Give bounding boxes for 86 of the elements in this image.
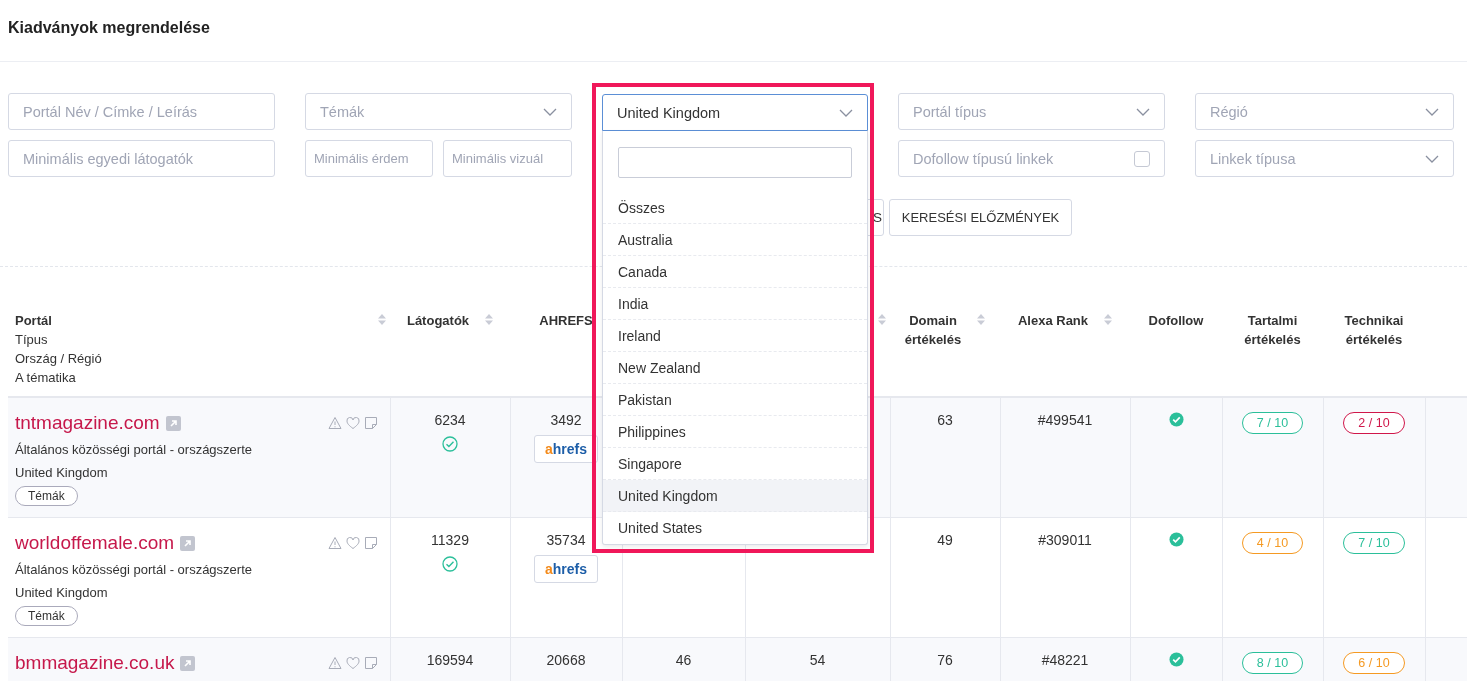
select-placeholder: Portál típus [913,103,987,120]
portal-country: United Kingdom [15,585,109,600]
dropdown-option[interactable]: India [603,288,867,320]
column-header: Dofollow [1148,312,1204,330]
technical-score: 6 / 10 [1343,652,1405,674]
dropdown-option[interactable]: Ireland [603,320,867,352]
dropdown-option[interactable]: Canada [603,256,867,288]
column-header: Típus [15,331,49,349]
technical-score: 7 / 10 [1343,532,1405,554]
portal-link[interactable]: worldoffemale.com [15,532,175,554]
column-header: Technikai [1344,312,1404,330]
dropdown-option[interactable]: Philippines [603,416,867,448]
table-cell: 46 [675,652,692,668]
chevron-down-icon [543,107,557,116]
heart-icon [345,416,360,430]
select-placeholder: Linkek típusa [1210,150,1296,167]
technical-score: 2 / 10 [1343,412,1405,434]
heart-icon [345,656,360,670]
page-title: Kiadványok megrendelése [8,18,210,37]
note-icon [363,656,378,670]
warning-icon [327,536,342,550]
select-placeholder: Témák [320,103,365,120]
domain-rating: 76 [937,652,953,668]
select-value: United Kingdom [617,104,721,121]
text-field[interactable]: Minimális egyedi látogatók [8,140,275,177]
warning-icon [327,656,342,670]
dropdown-option[interactable]: United States [603,512,867,544]
checkbox[interactable] [1134,150,1150,167]
external-link-icon [180,535,196,551]
external-link-icon [180,655,196,671]
dropdown-option[interactable]: Australia [603,224,867,256]
column-header: Látogatók [406,312,470,330]
column-header: értékelés [1344,331,1404,349]
visitors-value: 6234 [434,412,466,428]
portal-link[interactable]: tntmagazine.com [15,412,160,434]
chevron-down-icon [1136,107,1150,116]
search-field[interactable] [618,147,852,178]
ahrefs-logo[interactable]: ahrefs [534,555,598,583]
ahrefs-value: 20668 [546,652,586,668]
text-field[interactable]: Portál Név / Címke / Leírás [8,93,275,130]
column-header: értékelés [904,331,962,349]
column-header: Tartalmi [1246,312,1299,330]
portal-type: Általános közösségi portál - országszerte [15,562,253,577]
alexa-rank: #309011 [1038,532,1092,548]
external-link-icon [165,415,181,431]
column-header: értékelés [1244,331,1301,349]
alexa-rank: #48221 [1041,652,1089,668]
dropdown-option[interactable]: New Zealand [603,352,867,384]
chevron-down-icon [1425,154,1439,163]
visitors-value: 11329 [431,532,469,548]
warning-icon [327,416,342,430]
column-header: AHREFS [539,312,593,330]
table-cell: 54 [809,652,826,668]
checkbox-label: Dofollow típusú linkek [913,150,1054,167]
portal-country: United Kingdom [15,465,109,480]
topics-button[interactable]: Témák [15,486,78,506]
dropdown-option[interactable]: United Kingdom [603,480,867,512]
dropdown-option[interactable]: Összes [603,192,867,224]
content-score: 8 / 10 [1241,652,1304,674]
note-icon [363,416,378,430]
domain-rating: 49 [937,532,953,548]
ahrefs-value: 35734 [546,532,586,548]
topics-button[interactable]: Témák [15,606,78,626]
dropdown-option[interactable]: Pakistan [603,384,867,416]
column-header: A tématika [15,369,77,387]
column-header: Alexa Rank [1017,312,1089,330]
select-placeholder: Régió [1210,103,1248,120]
ahrefs-value: 3492 [550,412,582,428]
number-field[interactable]: Minimális vizuál [443,140,572,177]
column-header: Ország / Régió [15,350,102,368]
alexa-rank: #499541 [1037,412,1093,428]
chevron-down-icon [839,108,853,117]
heart-icon [345,536,360,550]
content-score: 4 / 10 [1241,532,1304,554]
country-select[interactable]: United Kingdom [602,94,868,131]
note-icon [363,536,378,550]
chevron-down-icon [1425,107,1439,116]
ahrefs-logo[interactable]: ahrefs [534,435,598,463]
visitors-value: 169594 [426,652,474,668]
number-field[interactable]: Minimális érdem [305,140,433,177]
content-score: 7 / 10 [1241,412,1304,434]
search-history-button[interactable]: KERESÉSI ELŐZMÉNYEK [889,199,1072,236]
domain-rating: 63 [937,412,953,428]
portal-type: Általános közösségi portál - országszerte [15,442,253,457]
column-header: Portál [15,312,53,330]
column-header: Domain [908,312,958,330]
